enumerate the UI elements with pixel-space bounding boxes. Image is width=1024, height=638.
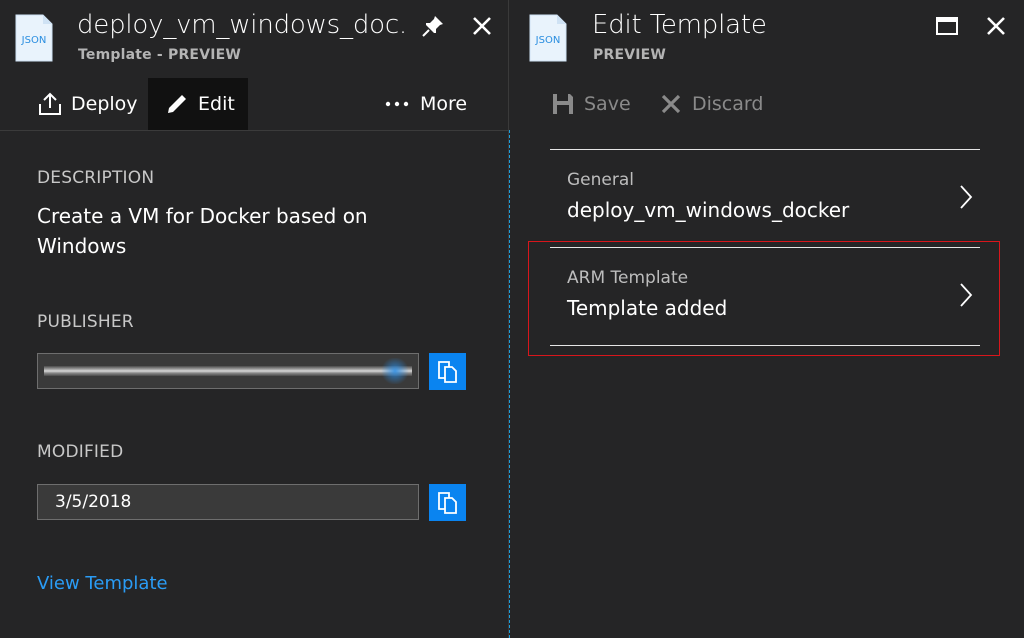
copy-publisher-button[interactable]: [429, 353, 466, 390]
description-label: DESCRIPTION: [37, 168, 155, 188]
json-icon-text: JSON: [535, 35, 561, 46]
blade-header: JSON Edit Template PREVIEW: [509, 0, 1024, 80]
pin-icon[interactable]: [419, 12, 447, 40]
modified-field[interactable]: 3/5/2018: [37, 484, 419, 520]
copy-modified-button[interactable]: [429, 484, 466, 521]
save-icon: [553, 94, 573, 114]
deploy-label: Deploy: [71, 93, 138, 115]
more-button[interactable]: More: [384, 78, 467, 130]
maximize-icon[interactable]: [933, 12, 961, 40]
focus-dashed-border: [509, 130, 510, 638]
chevron-right-icon: [960, 185, 973, 209]
json-file-icon: JSON: [529, 14, 567, 62]
row-value: deploy_vm_windows_docker: [567, 198, 850, 222]
row-label: General: [567, 170, 634, 190]
command-bar: Save Discard: [509, 78, 1024, 130]
discard-icon: [661, 94, 681, 114]
deploy-button[interactable]: Deploy: [37, 78, 138, 130]
save-label: Save: [584, 93, 631, 115]
blade-header: JSON deploy_vm_windows_doc... Template -…: [0, 0, 508, 80]
save-button[interactable]: Save: [550, 78, 631, 130]
close-icon[interactable]: [982, 12, 1010, 40]
template-blade: JSON deploy_vm_windows_doc... Template -…: [0, 0, 508, 638]
json-file-icon: JSON: [15, 14, 53, 62]
redacted-publisher: [44, 366, 412, 376]
publisher-label: PUBLISHER: [37, 312, 134, 332]
close-icon[interactable]: [468, 12, 496, 40]
page-title: deploy_vm_windows_doc...: [77, 10, 409, 40]
more-label: More: [420, 93, 468, 115]
edit-button[interactable]: Edit: [148, 78, 248, 130]
description-value: Create a VM for Docker based on Windows: [37, 204, 368, 258]
page-title: Edit Template: [592, 10, 767, 40]
publisher-field[interactable]: [37, 353, 419, 389]
command-bar: Deploy Edit More: [0, 78, 508, 131]
discard-label: Discard: [692, 93, 764, 115]
redacted-publisher-glow: [380, 358, 410, 384]
page-subtitle: Template - PREVIEW: [78, 47, 242, 63]
highlight-box: [528, 241, 1000, 356]
discard-button[interactable]: Discard: [658, 78, 763, 130]
pencil-icon: [168, 95, 186, 113]
copy-icon: [437, 360, 457, 383]
page-subtitle: PREVIEW: [593, 47, 667, 63]
list-item-general[interactable]: General deploy_vm_windows_docker: [550, 149, 980, 247]
modified-label: MODIFIED: [37, 442, 124, 462]
edit-template-blade: JSON Edit Template PREVIEW Save Discard: [509, 0, 1024, 638]
edit-label: Edit: [198, 93, 235, 115]
json-icon-text: JSON: [21, 35, 47, 46]
upload-icon: [39, 92, 61, 115]
copy-icon: [437, 491, 457, 514]
view-template-link[interactable]: View Template: [37, 573, 168, 594]
ellipsis-icon: [385, 101, 409, 107]
